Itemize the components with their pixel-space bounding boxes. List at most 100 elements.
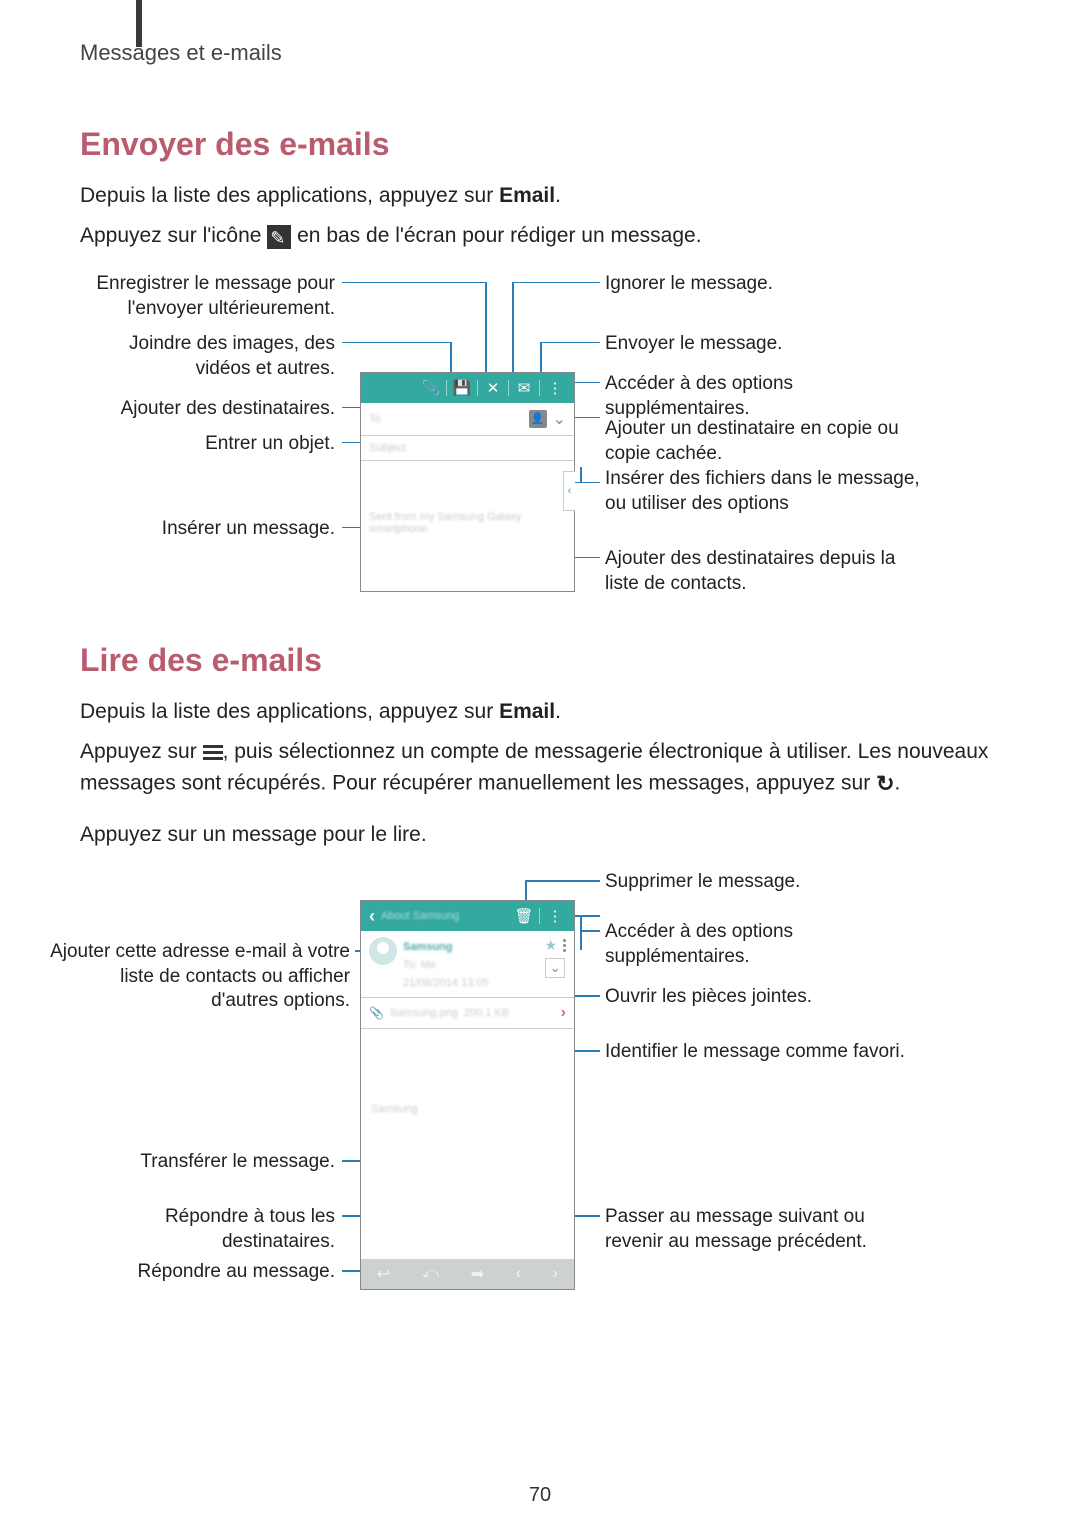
text-fragment: .	[895, 771, 901, 794]
to-field-row[interactable]: To 👤 ⌄	[361, 403, 574, 436]
label-reply: Répondre au message.	[80, 1260, 335, 1285]
text-fragment: Appuyez sur l'icône	[80, 224, 267, 247]
attach-name: Samsung.png	[390, 1007, 458, 1019]
label-recipients: Ajouter des destinataires.	[80, 397, 335, 422]
attach-icon[interactable]: 📎	[418, 377, 444, 399]
body-signature: Samsung	[371, 1103, 417, 1115]
attach-size: 200.1 KB	[464, 1007, 509, 1019]
send-icon[interactable]: ✉	[511, 377, 537, 399]
text-fragment: .	[555, 700, 561, 723]
contacts-icon[interactable]: 👤	[529, 410, 547, 428]
save-icon[interactable]: 💾	[449, 377, 475, 399]
forward-icon[interactable]: ➡	[471, 1264, 484, 1284]
more-icon[interactable]: ⋮	[542, 905, 568, 927]
section1-heading: Envoyer des e-mails	[80, 126, 1000, 163]
close-icon[interactable]: ✕	[480, 377, 506, 399]
page-number: 70	[0, 1484, 1080, 1507]
text-fragment: Depuis la liste des applications, appuye…	[80, 700, 499, 723]
label-prev-next: Passer au message suivant ou revenir au …	[605, 1205, 925, 1254]
read-diagram: Ajouter cette adresse e-mail à votre lis…	[80, 870, 1000, 1310]
refresh-icon: ↻	[876, 768, 894, 800]
label-insert-files: Insérer des fichiers dans le message, ou…	[605, 467, 925, 516]
subject-field-row[interactable]: Subject	[361, 436, 574, 461]
label-reply-all: Répondre à tous les destinataires.	[80, 1205, 335, 1254]
section2-p1: Depuis la liste des applications, appuye…	[80, 697, 1000, 727]
lead-line	[512, 282, 600, 284]
label-more: Accéder à des options supplémentaires.	[605, 920, 925, 969]
lead-line	[342, 282, 487, 284]
text-fragment: en bas de l'écran pour rédiger un messag…	[297, 224, 701, 247]
date-line: 21/08/2014 13:05	[403, 977, 489, 989]
lead-line	[342, 342, 452, 344]
label-attach: Joindre des images, des vidéos et autres…	[80, 332, 335, 381]
label-favorite: Identifier le message comme favori.	[605, 1040, 925, 1065]
label-body: Insérer un message.	[80, 517, 335, 542]
read-toolbar: ‹ About Samsung 🗑 ⋮	[361, 901, 574, 931]
label-forward: Transférer le message.	[80, 1150, 335, 1175]
compose-screen-mock: 📎 💾 ✕ ✉ ⋮ To 👤 ⌄ Subject ‹ Sent from my …	[360, 372, 575, 592]
email-bold: Email	[499, 184, 555, 207]
star-icon[interactable]: ★	[544, 937, 557, 954]
attachment-row[interactable]: 📎 Samsung.png 200.1 KB ›	[361, 998, 574, 1029]
to-line: To: Me	[403, 959, 436, 971]
overflow-icon[interactable]	[563, 937, 566, 954]
to-placeholder: To	[369, 413, 381, 425]
lead-line	[525, 880, 600, 882]
message-body: Samsung	[361, 1029, 574, 1239]
lead-line	[512, 282, 514, 384]
lead-line	[575, 995, 600, 997]
more-icon[interactable]: ⋮	[542, 377, 568, 399]
toolbar-title: About Samsung	[381, 910, 459, 922]
reply-icon[interactable]: ↩	[377, 1264, 390, 1284]
label-cc-bcc: Ajouter un destinataire en copie ou copi…	[605, 417, 925, 466]
text-fragment: Appuyez sur	[80, 740, 203, 763]
section1-p1: Depuis la liste des applications, appuye…	[80, 181, 1000, 211]
read-screen-mock: ‹ About Samsung 🗑 ⋮ Samsung To: Me 21/08…	[360, 900, 575, 1290]
lead-line	[575, 482, 600, 484]
prev-icon[interactable]: ‹	[516, 1265, 521, 1283]
lead-line	[580, 467, 582, 482]
sender-name: Samsung	[403, 941, 453, 953]
label-subject: Entrer un objet.	[80, 432, 335, 457]
label-more-options: Accéder à des options supplémentaires.	[605, 372, 925, 421]
lead-line	[540, 342, 600, 344]
bottom-bar: ↩ ⤺ ➡ ‹ ›	[361, 1259, 574, 1289]
trash-icon[interactable]: 🗑	[511, 905, 537, 927]
chevron-down-icon[interactable]: ⌄	[553, 409, 566, 429]
chevron-right-icon[interactable]: ›	[561, 1004, 566, 1022]
decorative-top-marker	[136, 0, 142, 47]
attach-icon: 📎	[369, 1006, 384, 1020]
email-bold: Email	[499, 700, 555, 723]
label-ignore: Ignorer le message.	[605, 272, 925, 297]
subject-placeholder: Subject	[369, 442, 406, 454]
expand-icon[interactable]: ⌄	[545, 958, 565, 978]
sender-row: Samsung To: Me 21/08/2014 13:05 ★ ⌄	[361, 931, 574, 998]
section2-p3: Appuyez sur un message pour le lire.	[80, 820, 1000, 850]
lead-line	[580, 915, 582, 950]
lead-line	[485, 282, 487, 384]
reply-all-icon[interactable]: ⤺	[422, 1265, 439, 1283]
label-add-contact: Ajouter cette adresse e-mail à votre lis…	[50, 940, 350, 1014]
menu-icon	[203, 742, 223, 763]
section2-heading: Lire des e-mails	[80, 642, 1000, 679]
next-icon[interactable]: ›	[553, 1265, 558, 1283]
label-attachments: Ouvrir les pièces jointes.	[605, 985, 925, 1010]
text-fragment: .	[555, 184, 561, 207]
avatar-icon[interactable]	[369, 937, 397, 965]
body-placeholder: Sent from my Samsung Galaxy smartphone.	[361, 461, 574, 535]
text-fragment: Depuis la liste des applications, appuye…	[80, 184, 499, 207]
compose-icon	[267, 225, 291, 249]
breadcrumb: Messages et e-mails	[80, 40, 1000, 66]
label-send: Envoyer le message.	[605, 332, 925, 357]
compose-diagram: Enregistrer le message pour l'envoyer ul…	[80, 272, 1000, 602]
label-delete: Supprimer le message.	[605, 870, 925, 895]
compose-toolbar: 📎 💾 ✕ ✉ ⋮	[361, 373, 574, 403]
back-icon[interactable]: ‹	[369, 906, 375, 927]
lead-line	[580, 930, 600, 932]
section2-p2: Appuyez sur , puis sélectionnez un compt…	[80, 737, 1000, 799]
label-from-contacts: Ajouter des destinataires depuis la list…	[605, 547, 925, 596]
body-area[interactable]: ‹ Sent from my Samsung Galaxy smartphone…	[361, 461, 574, 591]
label-save-draft: Enregistrer le message pour l'envoyer ul…	[80, 272, 335, 321]
chevron-down-icon: ⌄	[550, 960, 561, 975]
section1-p2: Appuyez sur l'icône en bas de l'écran po…	[80, 221, 1000, 251]
